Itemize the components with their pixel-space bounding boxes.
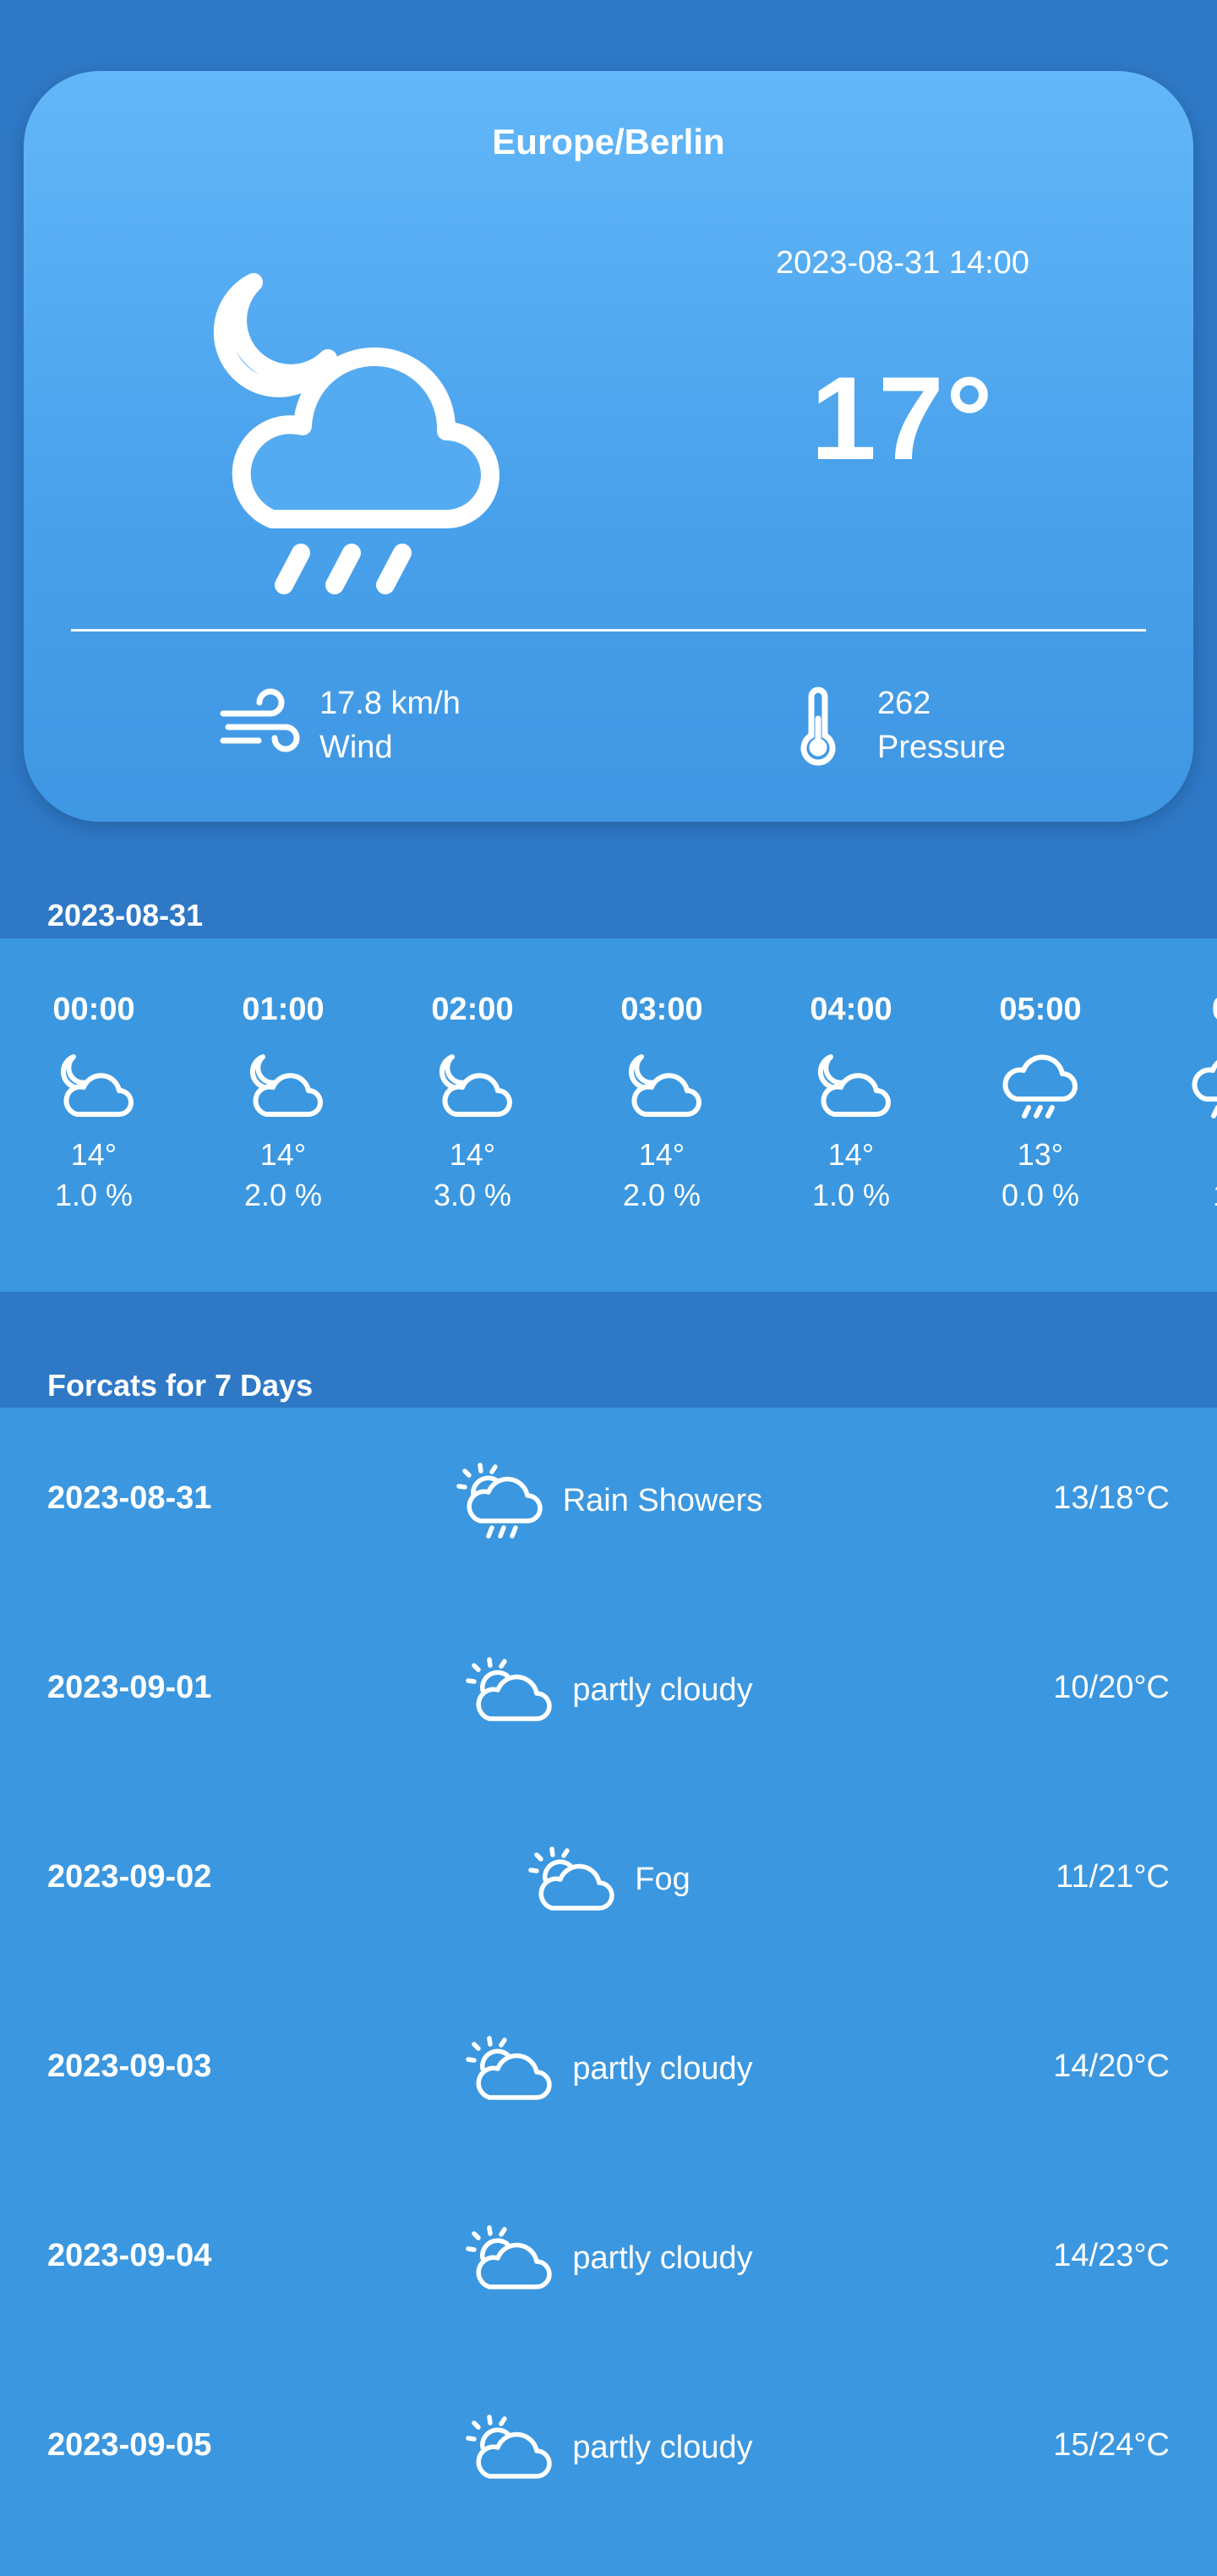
wind-stat: 17.8 km/h Wind bbox=[218, 681, 461, 769]
day-temp-range: 13/18°C bbox=[1053, 1480, 1170, 1516]
daily-row[interactable]: 2023-09-04 partly cloudy 14/23°C bbox=[0, 2165, 1217, 2354]
daily-forecast-list: 2023-08-31 Rain Showers 13/18°C 2023-09-… bbox=[0, 1408, 1217, 2576]
cloud-rain-icon bbox=[1002, 1054, 1078, 1118]
sun-cloud-icon bbox=[466, 2415, 552, 2479]
moon-cloud-icon bbox=[817, 1054, 891, 1117]
moon-cloud-icon bbox=[60, 1054, 134, 1117]
day-temp-range: 10/20°C bbox=[1053, 1670, 1170, 1705]
day-condition: partly cloudy bbox=[0, 2397, 1217, 2498]
wind-value: 17.8 km/h bbox=[319, 686, 461, 721]
day-condition: partly cloudy bbox=[0, 1639, 1217, 1741]
hour-temperature: 13° bbox=[1017, 1137, 1064, 1172]
day-description: partly cloudy bbox=[572, 2050, 753, 2087]
hour-temperature: 1 bbox=[1166, 1135, 1217, 1175]
wind-icon bbox=[220, 688, 300, 752]
hour-precipitation: 15 bbox=[1166, 1175, 1217, 1216]
sun-cloud-rain-icon bbox=[456, 1463, 543, 1539]
hour-temperature: 14° bbox=[638, 1137, 685, 1172]
day-description: partly cloudy bbox=[572, 1671, 753, 1708]
day-condition: Fog bbox=[0, 1829, 1217, 1930]
hourly-date-title: 2023-08-31 bbox=[47, 898, 204, 933]
current-weather-card: Europe/Berlin 2023-08-31 14:00 17° 17.8 … bbox=[24, 71, 1193, 822]
hour-temperature: 14° bbox=[827, 1137, 875, 1172]
day-description: Rain Showers bbox=[562, 1482, 763, 1518]
hour-temperature: 14° bbox=[449, 1137, 496, 1172]
hourly-item[interactable]: 05:00 13° 0.0 % bbox=[977, 987, 1104, 1216]
hour-precipitation: 2.0 % bbox=[243, 1178, 323, 1212]
daily-row[interactable]: 2023-09-01 partly cloudy 10/20°C bbox=[0, 1597, 1217, 1786]
hour-time: 04:00 bbox=[810, 992, 892, 1027]
thermometer-icon bbox=[800, 686, 836, 766]
day-condition: partly cloudy bbox=[0, 2207, 1217, 2309]
daily-row[interactable]: 2023-09-02 Fog 11/21°C bbox=[0, 1786, 1217, 1976]
day-temp-range: 11/21°C bbox=[1056, 1859, 1170, 1895]
hour-time: 01:00 bbox=[242, 992, 325, 1027]
hour-time: 03:00 bbox=[620, 992, 703, 1027]
day-condition: Rain Showers bbox=[0, 1450, 1217, 1551]
moon-cloud-icon bbox=[249, 1054, 323, 1117]
hourly-item-clip: 06 1 15 bbox=[1166, 938, 1217, 1292]
hourly-item[interactable]: 01:00 14° 2.0 % bbox=[220, 987, 347, 1216]
current-datetime: 2023-08-31 14:00 bbox=[775, 245, 1030, 281]
hour-precipitation: 3.0 % bbox=[433, 1178, 512, 1212]
daily-row[interactable]: 2023-09-05 partly cloudy 15/24°C bbox=[0, 2354, 1217, 2544]
hour-precipitation: 2.0 % bbox=[622, 1178, 701, 1212]
pressure-stat: 262 Pressure bbox=[776, 681, 1006, 769]
hour-precipitation: 1.0 % bbox=[811, 1178, 891, 1212]
hourly-item[interactable]: 06 1 15 bbox=[1166, 987, 1217, 1216]
current-temperature: 17° bbox=[810, 352, 995, 484]
hour-time: 06 bbox=[1166, 987, 1217, 1031]
card-divider bbox=[71, 629, 1146, 632]
hourly-item[interactable]: 04:00 14° 1.0 % bbox=[788, 987, 914, 1216]
hourly-item[interactable]: 03:00 14° 2.0 % bbox=[598, 987, 725, 1216]
hour-time: 02:00 bbox=[431, 992, 514, 1027]
hour-precipitation: 0.0 % bbox=[1001, 1178, 1080, 1212]
day-temp-range: 14/20°C bbox=[1053, 2048, 1170, 2084]
moon-cloud-rain-icon bbox=[213, 273, 499, 594]
sun-cloud-icon bbox=[466, 1657, 552, 1721]
daily-forecast-title: Forcats for 7 Days bbox=[47, 1368, 314, 1403]
day-description: partly cloudy bbox=[572, 2240, 753, 2276]
sun-cloud-icon bbox=[466, 2036, 552, 2100]
pressure-label: Pressure bbox=[877, 730, 1007, 765]
hourly-item[interactable]: 02:00 14° 3.0 % bbox=[409, 987, 536, 1216]
hour-temperature: 14° bbox=[70, 1137, 117, 1172]
hour-time: 05:00 bbox=[999, 992, 1082, 1027]
pressure-value: 262 bbox=[877, 686, 931, 721]
timezone-title: Europe/Berlin bbox=[492, 122, 725, 161]
moon-cloud-icon bbox=[439, 1054, 512, 1117]
daily-row[interactable]: 2023-08-31 Rain Showers 13/18°C bbox=[0, 1408, 1217, 1597]
day-temp-range: 15/24°C bbox=[1053, 2427, 1170, 2463]
day-condition: partly cloudy bbox=[0, 2018, 1217, 2119]
cloud-rain-icon bbox=[1192, 1059, 1217, 1118]
hour-time: 00:00 bbox=[52, 992, 135, 1027]
hour-precipitation: 1.0 % bbox=[54, 1178, 134, 1212]
day-temp-range: 14/23°C bbox=[1053, 2238, 1170, 2273]
daily-row[interactable]: 2023-09-03 partly cloudy 14/20°C bbox=[0, 1976, 1217, 2165]
hourly-item[interactable]: 00:00 14° 1.0 % bbox=[30, 987, 157, 1216]
day-description: Fog bbox=[635, 1861, 690, 1897]
moon-cloud-icon bbox=[628, 1054, 701, 1117]
sun-cloud-icon bbox=[466, 2225, 552, 2289]
day-description: partly cloudy bbox=[572, 2429, 753, 2465]
wind-label: Wind bbox=[319, 730, 393, 765]
sun-cloud-icon bbox=[528, 1846, 614, 1911]
hour-temperature: 14° bbox=[259, 1137, 307, 1172]
hourly-forecast-strip[interactable]: 00:00 14° 1.0 % 01:00 14° 2.0 % 02:00 14… bbox=[0, 938, 1217, 1292]
